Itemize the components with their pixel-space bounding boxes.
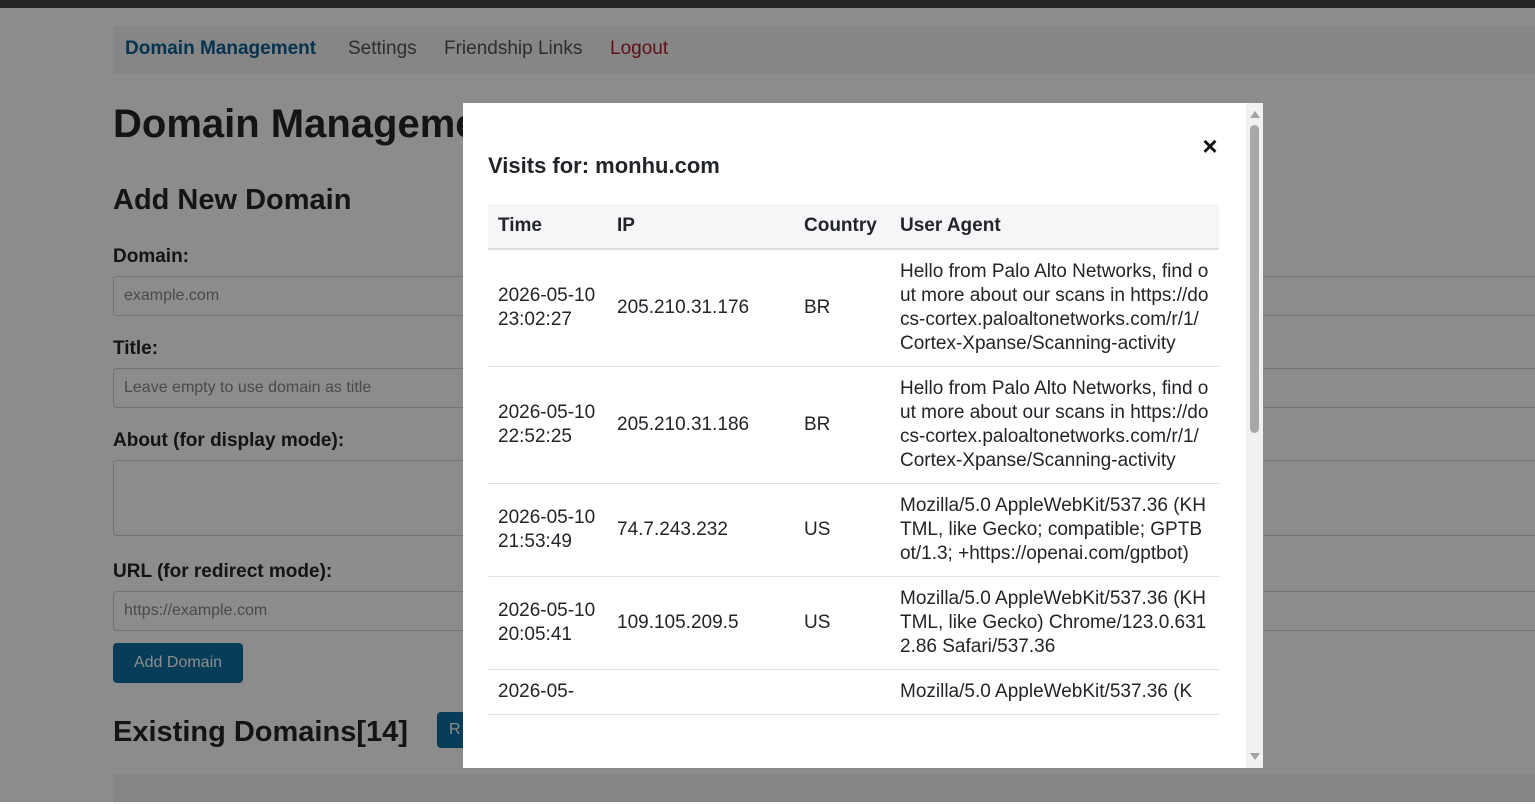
visit-ip: 205.210.31.176: [607, 249, 794, 367]
close-icon[interactable]: ×: [1199, 133, 1221, 159]
scroll-down-icon[interactable]: [1250, 753, 1260, 760]
scroll-thumb[interactable]: [1250, 125, 1259, 433]
table-row: 2026-05-10 23:02:27 205.210.31.176 BR He…: [488, 249, 1219, 367]
column-header-user-agent: User Agent: [890, 204, 1219, 250]
visit-user-agent: Mozilla/5.0 AppleWebKit/537.36 (KHTML, l…: [890, 483, 1219, 577]
visit-time: 2026-05-10 23:02:27: [488, 249, 607, 367]
scroll-up-icon[interactable]: [1250, 111, 1260, 118]
visit-country: US: [794, 576, 890, 670]
visit-time: 2026-05-10 22:52:25: [488, 366, 607, 484]
table-row: 2026-05-10 20:05:41 109.105.209.5 US Moz…: [488, 576, 1219, 670]
table-row: 2026-05-10 21:53:49 74.7.243.232 US Mozi…: [488, 483, 1219, 577]
visit-ip: 74.7.243.232: [607, 483, 794, 577]
visits-modal: × Visits for: monhu.com Time IP Country …: [463, 103, 1263, 768]
visit-user-agent: Hello from Palo Alto Networks, find out …: [890, 366, 1219, 484]
visit-ip: 109.105.209.5: [607, 576, 794, 670]
column-header-ip: IP: [607, 204, 794, 250]
visit-time: 2026-05-10 20:05:41: [488, 576, 607, 670]
visit-user-agent: Mozilla/5.0 AppleWebKit/537.36 (KHTML, l…: [890, 576, 1219, 670]
visit-ip: 205.210.31.186: [607, 366, 794, 484]
visits-table: Time IP Country User Agent 2026-05-10 23…: [488, 204, 1219, 715]
visit-user-agent: Mozilla/5.0 AppleWebKit/537.36 (K: [890, 669, 1219, 715]
column-header-time: Time: [488, 204, 607, 250]
table-row: 2026-05-10 22:52:25 205.210.31.186 BR He…: [488, 366, 1219, 484]
visit-country: US: [794, 483, 890, 577]
visit-country: BR: [794, 366, 890, 484]
visit-time: 2026-05-10 21:53:49: [488, 483, 607, 577]
visit-user-agent: Hello from Palo Alto Networks, find out …: [890, 249, 1219, 367]
visit-country: BR: [794, 249, 890, 367]
table-header-row: Time IP Country User Agent: [488, 204, 1219, 250]
column-header-country: Country: [794, 204, 890, 250]
modal-scrollbar[interactable]: [1246, 103, 1263, 768]
visit-country: [794, 669, 890, 715]
visit-time: 2026-05-: [488, 669, 607, 715]
modal-title: Visits for: monhu.com: [488, 153, 720, 178]
visit-ip: [607, 669, 794, 715]
table-row: 2026-05- Mozilla/5.0 AppleWebKit/537.36 …: [488, 669, 1219, 715]
